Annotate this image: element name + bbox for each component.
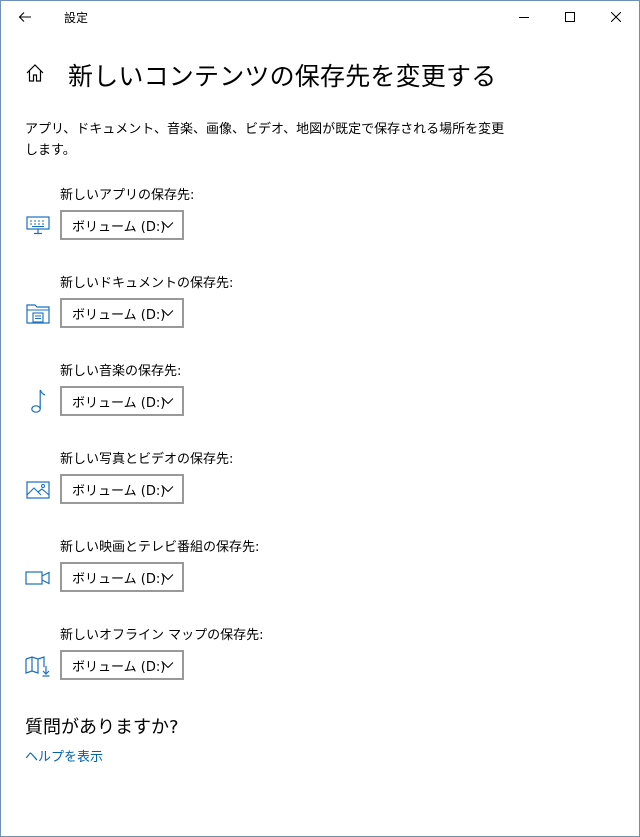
row-icon-photos (25, 477, 51, 503)
settings-window: 設定 新しいコンテンツの保存先を変更する アプリ、ドキュメント、音楽、画像、ビデ… (0, 0, 640, 837)
minimize-button[interactable] (501, 1, 547, 33)
row-label-photos: 新しい写真とビデオの保存先: (60, 452, 234, 467)
row-label-documents: 新しいドキュメントの保存先: (60, 276, 234, 291)
chevron-down-icon (162, 486, 174, 493)
close-icon (611, 12, 621, 22)
page-description: アプリ、ドキュメント、音楽、画像、ビデオ、地図が既定で保存される場所を変更します… (25, 122, 505, 158)
dropdown-maps[interactable]: ボリューム (D:) (60, 650, 184, 680)
back-button[interactable] (9, 3, 41, 31)
row-icon-apps (25, 212, 51, 238)
dropdown-photos[interactable]: ボリューム (D:) (60, 474, 184, 504)
dropdown-music[interactable]: ボリューム (D:) (60, 386, 184, 416)
dropdown-documents[interactable]: ボリューム (D:) (60, 298, 184, 328)
row-icon-movies (25, 565, 51, 591)
dropdown-movies-value: ボリューム (D:) (72, 571, 166, 587)
dropdown-apps[interactable]: ボリューム (D:) (60, 210, 184, 240)
dropdown-music-value: ボリューム (D:) (72, 395, 166, 411)
row-icon-maps (25, 653, 51, 679)
dropdown-maps-value: ボリューム (D:) (72, 659, 166, 675)
title-bar: 設定 (1, 1, 639, 33)
row-label-movies: 新しい映画とテレビ番組の保存先: (60, 540, 260, 555)
page-title: 新しいコンテンツの保存先を変更する (68, 62, 497, 91)
chevron-down-icon (162, 310, 174, 317)
dropdown-apps-value: ボリューム (D:) (72, 219, 166, 235)
dropdown-movies[interactable]: ボリューム (D:) (60, 562, 184, 592)
map-download-icon (25, 656, 50, 677)
help-link[interactable]: ヘルプを表示 (25, 746, 103, 765)
help-heading: 質問がありますか? (25, 717, 179, 738)
minimize-icon (519, 17, 529, 18)
row-icon-documents (25, 300, 51, 326)
chevron-down-icon (162, 662, 174, 669)
folder-documents-icon (26, 304, 50, 324)
chevron-down-icon (162, 222, 174, 229)
home-button[interactable] (25, 63, 45, 87)
row-label-music: 新しい音楽の保存先: (60, 364, 182, 379)
row-label-maps: 新しいオフライン マップの保存先: (60, 628, 264, 643)
window-title: 設定 (64, 11, 89, 25)
back-arrow-icon (18, 12, 31, 22)
row-icon-music (25, 388, 51, 414)
picture-icon (26, 481, 50, 499)
dropdown-photos-value: ボリューム (D:) (72, 483, 166, 499)
video-camera-icon (25, 571, 50, 585)
chevron-down-icon (162, 574, 174, 581)
maximize-button[interactable] (547, 1, 593, 33)
maximize-icon (565, 12, 575, 22)
monitor-keyboard-icon (26, 216, 50, 235)
dropdown-documents-value: ボリューム (D:) (72, 307, 166, 323)
chevron-down-icon (162, 398, 174, 405)
home-icon (26, 64, 44, 82)
music-note-icon (31, 389, 46, 413)
row-label-apps: 新しいアプリの保存先: (60, 188, 195, 203)
close-button[interactable] (593, 1, 639, 33)
